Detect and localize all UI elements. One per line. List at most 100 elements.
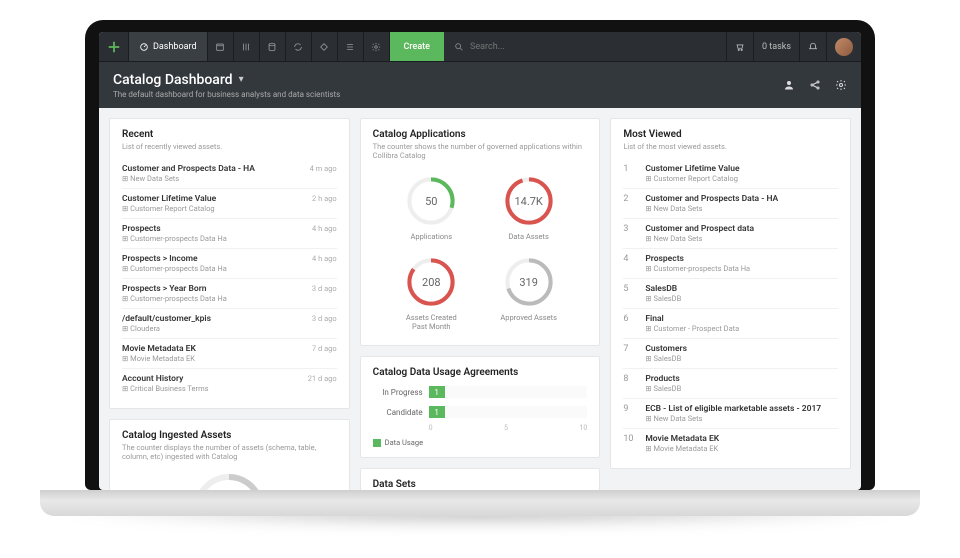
mv-name: Customers: [645, 344, 687, 354]
most-viewed-item[interactable]: 2Customer and Prospects Data - HA⊞ New D…: [623, 189, 838, 219]
bar-fill: 1: [429, 386, 445, 398]
usage-card: Catalog Data Usage Agreements In Progres…: [360, 356, 601, 458]
mv-name: SalesDB: [645, 284, 681, 294]
ingested-heading: Catalog Ingested Assets: [122, 430, 337, 441]
mv-rank: 6: [623, 314, 637, 333]
usage-heading: Catalog Data Usage Agreements: [373, 367, 588, 378]
mv-name: Products: [645, 374, 681, 384]
nav-icon-list[interactable]: [338, 32, 364, 62]
most-viewed-item[interactable]: 9ECB - List of eligible marketable asset…: [623, 399, 838, 429]
mv-rank: 10: [623, 434, 637, 453]
axis-tick: 10: [579, 424, 587, 432]
recent-item[interactable]: Customer and Prospects Data - HA⊞ New Da…: [122, 159, 337, 189]
mv-name: Movie Metadata EK: [645, 434, 719, 444]
most-viewed-item[interactable]: 1Customer Lifetime Value⊞ Customer Repor…: [623, 159, 838, 189]
metric-label: Approved Assets: [500, 313, 557, 322]
nav-icon-tag[interactable]: [312, 32, 338, 62]
recent-item-time: 3 d ago: [306, 284, 337, 293]
mv-rank: 1: [623, 164, 637, 183]
recent-item[interactable]: Customer Lifetime Value⊞ Customer Report…: [122, 189, 337, 219]
search-input[interactable]: [470, 42, 570, 52]
most-viewed-heading: Most Viewed: [623, 129, 838, 140]
bar-label: In Progress: [373, 388, 423, 397]
mv-rank: 7: [623, 344, 637, 363]
app-logo[interactable]: [99, 32, 129, 62]
metric-value: 208: [404, 255, 458, 309]
apps-heading: Catalog Applications: [373, 129, 588, 140]
mv-rank: 2: [623, 194, 637, 213]
recent-item-time: 21 d ago: [302, 374, 337, 383]
most-viewed-sub: List of the most viewed assets.: [623, 142, 838, 151]
metric-value: 319: [502, 255, 556, 309]
recent-item[interactable]: /default/customer_kpis⊞ Cloudera 3 d ago: [122, 309, 337, 339]
recent-item-time: 3 d ago: [306, 314, 337, 323]
recent-item-path: ⊞ Customer-prospects Data Ha: [122, 294, 227, 303]
share-icon[interactable]: [809, 76, 821, 95]
title-dropdown-icon[interactable]: ▾: [239, 74, 244, 85]
recent-item[interactable]: Prospects > Year Born⊞ Customer-prospect…: [122, 279, 337, 309]
create-button[interactable]: Create: [390, 32, 444, 61]
recent-item-path: ⊞ Cloudera: [122, 324, 211, 333]
mv-rank: 5: [623, 284, 637, 303]
notifications-icon[interactable]: [799, 32, 826, 61]
metric-donut: 50 Applications: [404, 174, 458, 241]
mv-path: ⊞ SalesDB: [645, 354, 687, 363]
user-icon[interactable]: [783, 76, 795, 95]
metric-value: 14.7K: [502, 174, 556, 228]
search-box[interactable]: [444, 42, 726, 52]
recent-item-time: 4 h ago: [306, 254, 337, 263]
recent-item[interactable]: Movie Metadata EK⊞ Movie Metadata EK7 d …: [122, 339, 337, 369]
nav-icon-refresh[interactable]: [286, 32, 312, 62]
metric-label: Data Assets: [502, 232, 556, 241]
recent-item-name: Prospects: [122, 224, 227, 234]
recent-item[interactable]: Prospects > Income⊞ Customer-prospects D…: [122, 249, 337, 279]
recent-item-path: ⊞ Customer Report Catalog: [122, 204, 216, 213]
nav-dashboard[interactable]: Dashboard: [129, 32, 208, 61]
nav-icon-database[interactable]: [260, 32, 286, 62]
mv-name: Prospects: [645, 254, 750, 264]
mv-path: ⊞ New Data Sets: [645, 234, 754, 243]
most-viewed-item[interactable]: 5SalesDB⊞ SalesDB: [623, 279, 838, 309]
nav-icon-sliders[interactable]: [234, 32, 260, 62]
most-viewed-item[interactable]: 4Prospects⊞ Customer-prospects Data Ha: [623, 249, 838, 279]
most-viewed-item[interactable]: 7 Customers⊞ SalesDB: [623, 339, 838, 369]
recent-item-name: Movie Metadata EK: [122, 344, 196, 354]
recent-item[interactable]: Account History⊞ Critical Business Terms…: [122, 369, 337, 398]
recent-item-name: Customer Lifetime Value: [122, 194, 216, 204]
metric-label: Assets CreatedPast Month: [404, 313, 458, 331]
metric-label: Applications: [404, 232, 458, 241]
recent-item[interactable]: Prospects⊞ Customer-prospects Data Ha4 h…: [122, 219, 337, 249]
recent-card: Recent List of recently viewed assets. C…: [109, 118, 350, 409]
ingested-value: 14.7K: [189, 469, 269, 490]
nav-dashboard-label: Dashboard: [153, 42, 197, 52]
mv-rank: 3: [623, 224, 637, 243]
recent-item-name: /default/customer_kpis: [122, 314, 211, 324]
axis-tick: 0: [429, 424, 433, 432]
recent-item-name: Prospects > Year Born: [122, 284, 227, 294]
most-viewed-item[interactable]: 6Final⊞ Customer - Prospect Data: [623, 309, 838, 339]
top-navbar: Dashboard Create 0 tasks: [99, 32, 861, 62]
most-viewed-item[interactable]: 10Movie Metadata EK⊞ Movie Metadata EK: [623, 429, 838, 458]
nav-icon-settings[interactable]: [364, 32, 390, 62]
apps-sub: The counter shows the number of governed…: [373, 142, 588, 160]
legend-swatch: [373, 439, 381, 447]
legend-label: Data Usage: [385, 438, 423, 447]
usage-bar-row: Candidate1: [373, 406, 588, 418]
recent-item-time: 4 m ago: [304, 164, 337, 173]
most-viewed-item[interactable]: 3Customer and Prospect data⊞ New Data Se…: [623, 219, 838, 249]
app-screen: Dashboard Create 0 tasks: [99, 32, 861, 490]
settings-icon[interactable]: [835, 76, 847, 95]
title-bar: Catalog Dashboard ▾ The default dashboar…: [99, 62, 861, 108]
mv-rank: 4: [623, 254, 637, 273]
ingested-card: Catalog Ingested Assets The counter disp…: [109, 419, 350, 490]
cart-icon[interactable]: [726, 32, 753, 61]
mv-name: Customer and Prospects Data - HA: [645, 194, 778, 204]
datasets-heading: Data Sets: [373, 479, 588, 490]
mv-rank: 8: [623, 374, 637, 393]
user-avatar[interactable]: [826, 32, 861, 61]
most-viewed-item[interactable]: 8Products⊞ SalesDB: [623, 369, 838, 399]
nav-icon-calendar[interactable]: [208, 32, 234, 62]
tasks-button[interactable]: 0 tasks: [753, 32, 799, 61]
dashboard-content: Recent List of recently viewed assets. C…: [99, 108, 861, 490]
most-viewed-card: Most Viewed List of the most viewed asse…: [610, 118, 851, 469]
